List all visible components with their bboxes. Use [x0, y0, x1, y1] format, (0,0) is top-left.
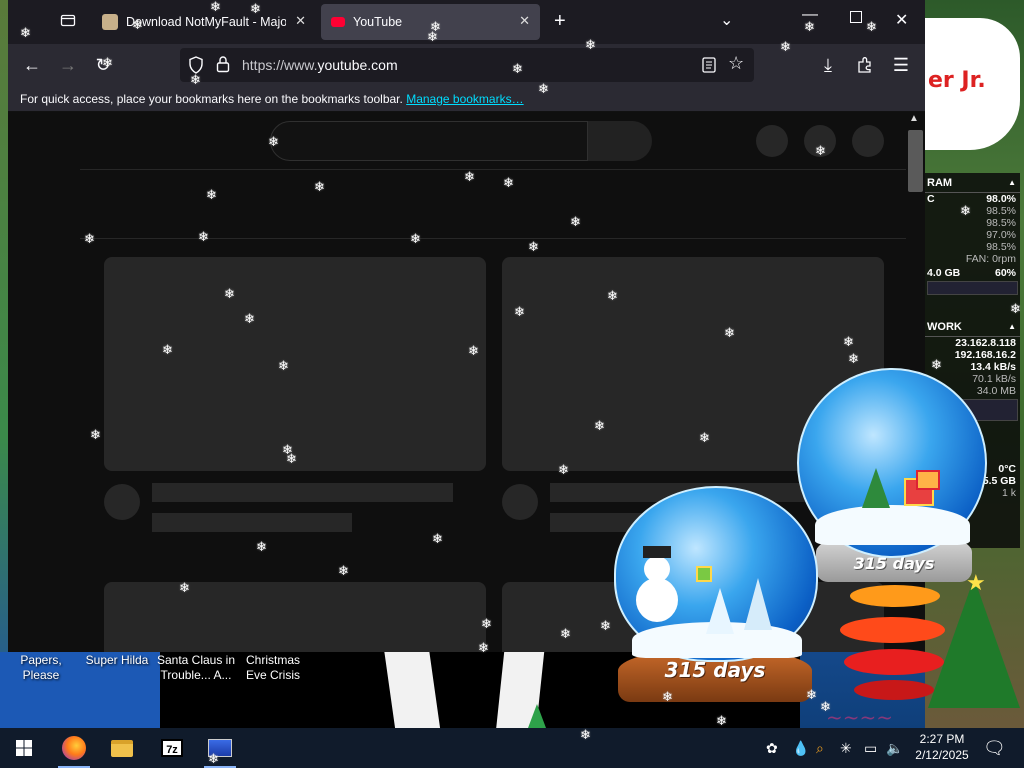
downloads-icon[interactable]: ⤓: [815, 52, 841, 78]
close-tab-icon[interactable]: ✕: [519, 13, 530, 29]
volume-icon[interactable]: 🔈: [886, 740, 903, 757]
tree-icon: [862, 468, 890, 508]
tab-list-icon[interactable]: [60, 12, 76, 33]
avatar-placeholder[interactable]: [852, 125, 884, 157]
new-tab-icon[interactable]: +: [554, 10, 566, 33]
divider: [80, 238, 910, 239]
search-tray-icon[interactable]: ⌕: [816, 740, 824, 757]
firefox-icon: [62, 736, 86, 760]
ip-address-2: 192.168.16.2: [954, 349, 1016, 361]
chevron-down-icon[interactable]: ⌄: [720, 10, 733, 30]
app-tray-icon[interactable]: ✿: [766, 740, 778, 757]
ram-line: 98.5%: [986, 217, 1016, 229]
ip-address-1: 23.162.8.118: [955, 337, 1016, 349]
forward-arrow-icon[interactable]: →: [55, 52, 81, 78]
lock-icon[interactable]: [216, 55, 230, 78]
ram-line: 97.0%: [986, 229, 1016, 241]
small-tree-icon: [528, 704, 546, 728]
url-bar[interactable]: https://www.youtube.com ☆: [180, 48, 754, 82]
taskbar: 7z ✿ 💧 ⌕ ✳ ▭ 🔈 2:27 PM 2/12/2025 🗨: [0, 728, 1024, 768]
taskbar-clock[interactable]: 2:27 PM 2/12/2025: [906, 731, 978, 763]
ram-header: RAM ▲: [925, 173, 1020, 193]
snowflake-tray-icon[interactable]: ✳: [840, 740, 852, 757]
url-domain: youtube.com: [317, 57, 398, 73]
divider: [80, 169, 910, 170]
shield-icon[interactable]: [188, 56, 204, 79]
channel-avatar-placeholder[interactable]: [104, 484, 140, 520]
reader-view-icon[interactable]: [702, 57, 716, 78]
gift-icon: [696, 566, 712, 582]
tab-notmyfault[interactable]: Download NotMyFault - MajorG ✕: [92, 4, 316, 40]
title-placeholder: [152, 483, 453, 502]
7zip-icon[interactable]: 7z: [148, 728, 196, 768]
tab-youtube[interactable]: YouTube ✕: [321, 4, 540, 40]
avatar-placeholder[interactable]: [804, 125, 836, 157]
bookmarks-toolbar: For quick access, place your bookmarks h…: [8, 86, 925, 112]
back-arrow-icon[interactable]: ←: [19, 52, 45, 78]
tab-title: Download NotMyFault - MajorG: [126, 15, 286, 29]
scrollbar-thumb[interactable]: [908, 130, 923, 192]
clock-date: 2/12/2025: [915, 748, 969, 762]
windows-start-icon[interactable]: [0, 728, 48, 768]
tree-icon: [744, 578, 772, 630]
bookmark-star-icon[interactable]: ☆: [728, 53, 744, 74]
youtube-favicon: [331, 17, 345, 27]
wallpaper-text-decoration: ~~~~: [826, 705, 894, 729]
fan-speed: FAN: 0rpm: [965, 253, 1016, 265]
channel-avatar-placeholder[interactable]: [502, 484, 538, 520]
file-explorer-icon[interactable]: [98, 728, 146, 768]
ram-line: 98.5%: [986, 241, 1016, 253]
search-input-placeholder[interactable]: [270, 121, 588, 161]
tab-bar: Download NotMyFault - MajorG ✕ YouTube ✕…: [8, 0, 925, 44]
reload-icon[interactable]: ↻: [90, 52, 116, 78]
close-tab-icon[interactable]: ✕: [295, 13, 306, 29]
maximize-icon[interactable]: [850, 10, 862, 28]
gift-icon: [916, 470, 940, 490]
desktop-icon-christmas-eve-crisis[interactable]: Christmas Eve Crisis: [234, 653, 312, 683]
url-text[interactable]: https://www.youtube.com: [242, 57, 398, 73]
firefox-taskbar-icon[interactable]: [50, 728, 98, 768]
bookmarks-message: For quick access, place your bookmarks h…: [20, 92, 403, 106]
close-window-icon[interactable]: ✕: [895, 10, 908, 30]
meta-placeholder: [152, 513, 352, 532]
manage-bookmarks-link[interactable]: Manage bookmarks…: [406, 92, 523, 106]
menu-hamburger-icon[interactable]: ☰: [888, 52, 914, 78]
desktop-icon-super-hilda[interactable]: Super Hilda: [82, 653, 152, 668]
video-thumbnail-placeholder[interactable]: [104, 257, 486, 471]
desktop-icon-papers-please[interactable]: Papers, Please: [2, 653, 80, 683]
window-app-icon[interactable]: [196, 728, 244, 768]
ram-line: 98.5%: [986, 205, 1016, 217]
desktop-icon-santa-claus[interactable]: Santa Claus in Trouble... A...: [156, 653, 236, 683]
avatar-placeholder[interactable]: [756, 125, 788, 157]
upload-rate: 13.4 kB/s: [970, 361, 1016, 373]
notmyfault-favicon: [102, 14, 118, 30]
ram-c-row: C 98.0%: [927, 193, 1016, 205]
memory-graph: [927, 281, 1018, 295]
minimize-icon[interactable]: —: [802, 6, 818, 24]
network-icon[interactable]: ▭: [864, 740, 877, 757]
tree-icon: [706, 588, 734, 634]
memory-usage: 4.0 GB 60%: [927, 267, 1016, 279]
globe-snow: [815, 505, 970, 545]
water-drop-icon[interactable]: 💧: [792, 740, 809, 757]
url-prefix: https://www.: [242, 57, 318, 73]
notification-icon[interactable]: 🗨: [983, 738, 1006, 759]
clock-time: 2:27 PM: [919, 732, 965, 746]
speech-bubble-text: er Jr.: [928, 68, 986, 93]
christmas-tree-icon: ★: [928, 570, 1020, 708]
navigation-toolbar: ← → ↻ https://www.youtube.com ☆ ⤓ ☰: [8, 44, 925, 86]
tab-title: YouTube: [353, 15, 403, 29]
extensions-icon[interactable]: [852, 52, 878, 78]
network-header: WORK ▲: [925, 317, 1020, 337]
search-button-placeholder[interactable]: [588, 121, 652, 161]
scroll-up-arrow-icon[interactable]: ▲: [909, 113, 919, 124]
video-thumbnail-placeholder[interactable]: [104, 582, 486, 652]
